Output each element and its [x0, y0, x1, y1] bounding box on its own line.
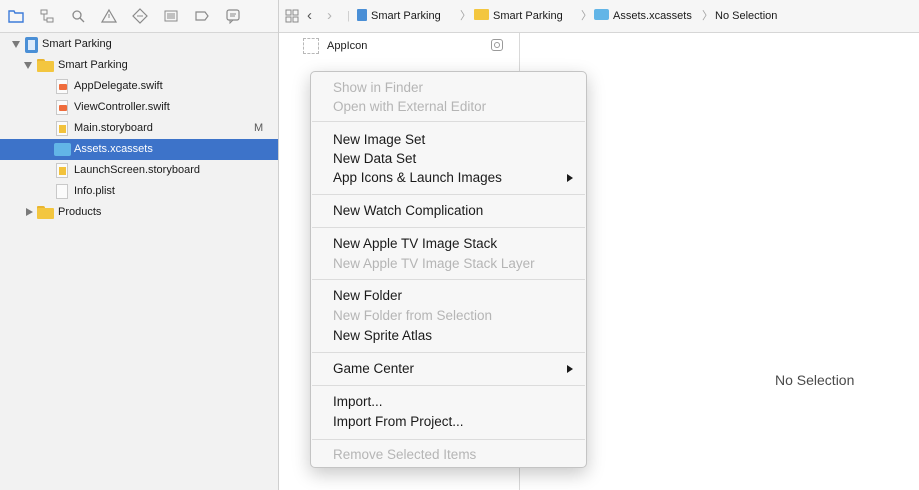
menu-separator: [312, 279, 585, 280]
menu-item-import-from-project[interactable]: Import From Project...: [333, 412, 573, 432]
menu-separator: [312, 385, 585, 386]
tree-label: Smart Parking: [42, 38, 112, 50]
asset-row-appicon[interactable]: AppIcon: [301, 35, 516, 57]
disclosure-open-icon[interactable]: [12, 41, 20, 48]
folder-icon: [37, 206, 54, 219]
submenu-arrow-icon: [567, 365, 573, 373]
jump-bar-divider: |: [347, 10, 350, 22]
no-selection-label: No Selection: [775, 372, 855, 388]
swift-file-icon: [56, 100, 68, 115]
tree-row-group-smart-parking[interactable]: Smart Parking: [0, 55, 278, 76]
menu-item-import[interactable]: Import...: [333, 392, 573, 412]
asset-catalog-icon: [594, 9, 609, 20]
menu-separator: [312, 439, 585, 440]
scm-status-badge: M: [254, 122, 264, 134]
tree-label: Main.storyboard: [74, 122, 153, 134]
breadcrumb-assets[interactable]: Assets.xcassets: [594, 0, 692, 32]
menu-separator: [312, 227, 585, 228]
tree-label: LaunchScreen.storyboard: [74, 164, 200, 176]
menu-separator: [312, 121, 585, 122]
tree-label: Smart Parking: [58, 59, 128, 71]
search-icon[interactable]: [68, 6, 88, 26]
menu-item-label: Game Center: [333, 361, 415, 376]
menu-separator: [312, 352, 585, 353]
asset-label: AppIcon: [327, 40, 368, 52]
menu-item-new-watch-complication[interactable]: New Watch Complication: [333, 201, 573, 221]
disclosure-closed-icon[interactable]: [26, 208, 33, 216]
settings-icon[interactable]: [491, 39, 503, 51]
tree-row-assets-selected[interactable]: Assets.xcassets: [0, 139, 278, 160]
message-icon[interactable]: [223, 6, 243, 26]
menu-item-game-center[interactable]: Game Center: [333, 359, 573, 379]
menu-item-new-folder-from-selection[interactable]: New Folder from Selection: [333, 306, 573, 326]
tree-label: AppDelegate.swift: [74, 80, 163, 92]
tree-row-appdelegate[interactable]: AppDelegate.swift: [0, 76, 278, 97]
tree-label: Info.plist: [74, 185, 115, 197]
hierarchy-icon[interactable]: [37, 6, 57, 26]
tree-row-main-storyboard[interactable]: Main.storyboard M: [0, 118, 278, 139]
storyboard-file-icon: [56, 163, 68, 178]
tree-row-launchscreen[interactable]: LaunchScreen.storyboard: [0, 160, 278, 181]
tree-label: Products: [58, 206, 102, 218]
breadcrumb-project[interactable]: Smart Parking: [357, 0, 441, 32]
menu-item-open-external-editor[interactable]: Open with External Editor: [333, 97, 573, 117]
tree-label: ViewController.swift: [74, 101, 170, 113]
menu-item-remove-selected-items[interactable]: Remove Selected Items: [333, 445, 573, 465]
breakpoint-icon[interactable]: [192, 6, 212, 26]
tree-row-info-plist[interactable]: Info.plist: [0, 181, 278, 202]
project-navigator: Smart Parking Smart Parking AppDelegate.…: [0, 0, 279, 490]
plist-file-icon: [56, 184, 68, 199]
menu-item-new-image-set[interactable]: New Image Set: [333, 130, 573, 150]
warning-icon[interactable]: [99, 6, 119, 26]
menu-item-new-data-set[interactable]: New Data Set: [333, 149, 573, 169]
breadcrumb-no-selection[interactable]: No Selection: [715, 0, 777, 32]
swift-file-icon: [56, 79, 68, 94]
folder-icon: [37, 59, 54, 72]
menu-item-new-apple-tv-image-stack-layer[interactable]: New Apple TV Image Stack Layer: [333, 254, 573, 274]
navigator-toolbar: [0, 0, 278, 33]
project-icon: [357, 9, 367, 21]
appicon-placeholder-icon: [303, 38, 319, 54]
project-icon: [25, 37, 38, 53]
menu-separator: [312, 194, 585, 195]
context-menu: Show in Finder Open with External Editor…: [310, 71, 587, 468]
tree-label: Assets.xcassets: [74, 143, 153, 155]
menu-item-new-apple-tv-image-stack[interactable]: New Apple TV Image Stack: [333, 234, 573, 254]
breadcrumb-label: Assets.xcassets: [613, 10, 692, 22]
menu-item-new-folder[interactable]: New Folder: [333, 286, 573, 306]
list-icon[interactable]: [161, 6, 181, 26]
breadcrumb-separator-icon: 〉: [581, 10, 592, 22]
breadcrumb-separator-icon: 〉: [702, 10, 713, 22]
breadcrumb-separator-icon: 〉: [460, 10, 471, 22]
folder-icon[interactable]: [6, 6, 26, 26]
tree-row-project[interactable]: Smart Parking: [0, 34, 278, 55]
folder-icon: [474, 9, 489, 20]
breadcrumb-label: Smart Parking: [493, 10, 563, 22]
menu-item-label: App Icons & Launch Images: [333, 170, 502, 185]
back-chevron-icon[interactable]: ‹: [307, 0, 312, 32]
menu-item-app-icons-launch-images[interactable]: App Icons & Launch Images: [333, 168, 573, 188]
related-items-icon[interactable]: [285, 0, 299, 36]
asset-catalog-icon: [54, 143, 71, 156]
menu-item-show-in-finder[interactable]: Show in Finder: [333, 78, 573, 98]
forward-chevron-icon[interactable]: ›: [327, 0, 332, 32]
submenu-arrow-icon: [567, 174, 573, 182]
disclosure-open-icon[interactable]: [24, 62, 32, 69]
test-diamond-icon[interactable]: [130, 6, 150, 26]
breadcrumb-label: Smart Parking: [371, 10, 441, 22]
breadcrumb-group[interactable]: Smart Parking: [474, 0, 563, 32]
jump-bar: ‹ › | Smart Parking 〉 Smart Parking 〉 As…: [279, 0, 919, 33]
tree-row-products[interactable]: Products: [0, 202, 278, 223]
tree-row-viewcontroller[interactable]: ViewController.swift: [0, 97, 278, 118]
storyboard-file-icon: [56, 121, 68, 136]
menu-item-new-sprite-atlas[interactable]: New Sprite Atlas: [333, 326, 573, 346]
